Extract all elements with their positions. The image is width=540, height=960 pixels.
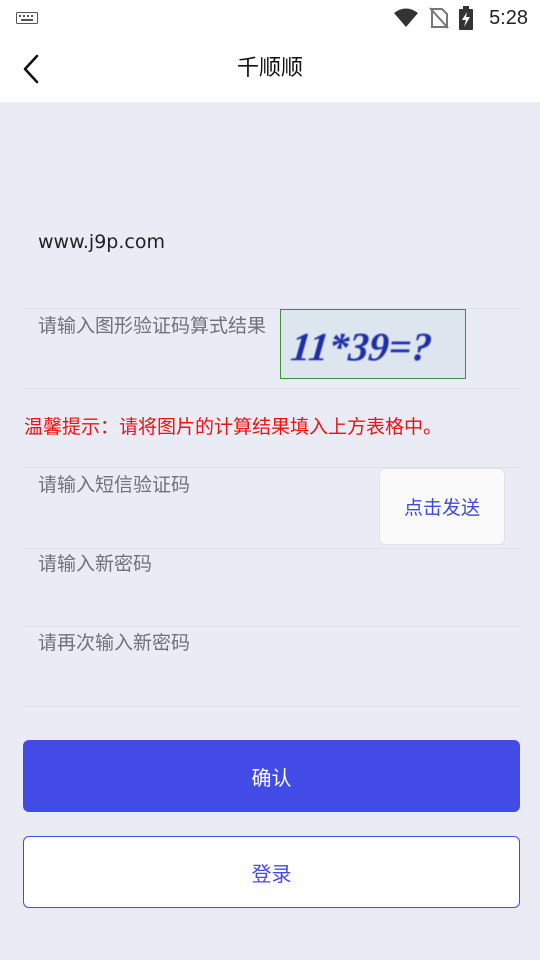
captcha-image[interactable]: 11*39=?	[280, 309, 466, 379]
captcha-text: 11*39=?	[289, 324, 434, 369]
app-bar: 千顺顺	[0, 36, 540, 102]
new-password-placeholder: 请输入新密码	[38, 553, 153, 575]
confirm-password-placeholder: 请再次输入新密码	[38, 632, 191, 654]
status-time: 5:28	[489, 6, 528, 29]
login-button[interactable]: 登录	[23, 836, 520, 908]
no-sim-icon	[429, 7, 449, 29]
page-title: 千顺顺	[236, 56, 303, 81]
account-field-value: www.j9p.com	[38, 231, 165, 253]
battery-charging-icon	[459, 6, 474, 30]
keyboard-icon	[16, 12, 38, 24]
confirm-button[interactable]: 确认	[23, 740, 520, 812]
wifi-icon	[394, 8, 419, 27]
account-field[interactable]: www.j9p.com	[24, 204, 520, 309]
confirm-password-input[interactable]: 请再次输入新密码	[24, 626, 520, 707]
hint-text: 温馨提示：请将图片的计算结果填入上方表格中。	[24, 416, 443, 438]
sms-code-placeholder: 请输入短信验证码	[38, 474, 191, 496]
send-sms-button[interactable]: 点击发送	[379, 468, 505, 545]
captcha-input-placeholder: 请输入图形验证码算式结果	[38, 315, 267, 337]
status-bar: 5:28	[0, 0, 540, 36]
new-password-input[interactable]: 请输入新密码	[24, 547, 520, 627]
